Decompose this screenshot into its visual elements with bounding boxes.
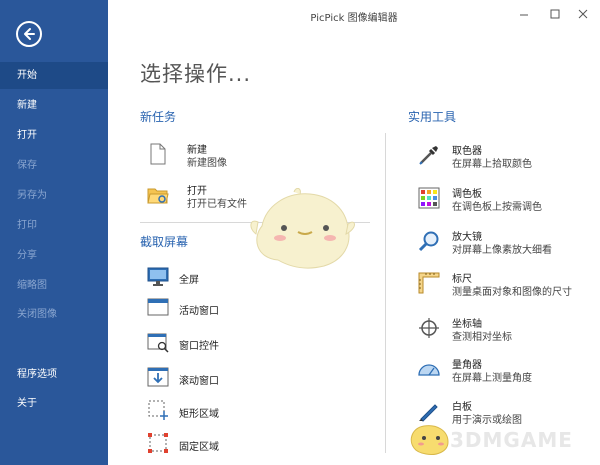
section-title-tools: 实用工具 [408,110,457,124]
maximize-icon [550,9,560,19]
capture-window-control-label: 窗口控件 [179,341,219,352]
capture-fullscreen-label: 全屏 [179,275,199,286]
crosshair-icon [419,318,439,338]
tool-color-picker[interactable]: 取色器 在屏幕上拾取颜色 [418,142,588,172]
tool-ruler-desc: 测量桌面对象和图像的尺寸 [452,287,572,298]
minimize-icon [520,14,528,16]
capture-scroll-window[interactable]: 滚动窗口 [147,364,347,394]
fixed-region-icon [148,433,168,453]
tool-color-picker-desc: 在屏幕上拾取颜色 [452,159,532,170]
tool-whiteboard-desc: 用于演示或绘图 [452,415,522,426]
sidebar-item-save[interactable]: 保存 [0,152,108,179]
open-folder-icon [147,188,169,204]
new-file-icon [150,143,166,165]
minimize-button[interactable] [517,7,531,21]
protractor-icon [418,364,440,376]
fullscreen-monitor-icon [147,267,169,286]
capture-active-window[interactable]: 活动窗口 [147,294,347,324]
tool-magnifier-desc: 对屏幕上像素放大细看 [452,245,552,256]
sidebar-item-about[interactable]: 关于 [0,390,108,417]
tool-protractor-desc: 在屏幕上测量角度 [452,373,532,384]
sidebar-item-close-image[interactable]: 关闭图像 [0,301,108,328]
capture-rect-region-label: 矩形区域 [179,409,219,420]
ruler-icon [418,272,440,294]
page-title: 选择操作... [140,62,252,86]
capture-active-window-label: 活动窗口 [179,306,219,317]
section-title-capture: 截取屏幕 [140,235,189,249]
column-divider [385,133,386,453]
back-button[interactable] [16,21,42,47]
window-control-icon [147,333,169,353]
sidebar-item-new[interactable]: 新建 [0,92,108,119]
new-task-new[interactable]: 新建 新建图像 [147,141,347,171]
close-button[interactable] [576,7,590,21]
capture-rect-region[interactable]: 矩形区域 [147,397,347,427]
mascot-small-icon [410,425,449,455]
sidebar-item-open[interactable]: 打开 [0,122,108,149]
capture-fixed-region[interactable]: 固定区域 [147,430,347,460]
sidebar-item-start[interactable]: 开始 [0,62,108,89]
capture-window-control[interactable]: 窗口控件 [147,329,347,359]
tool-palette[interactable]: 调色板 在调色板上按需调色 [418,185,588,215]
watermark-brand: 3DMGAME [450,428,573,452]
capture-fixed-region-label: 固定区域 [179,442,219,453]
magnifier-icon [418,231,439,252]
mascot-bird-icon [250,188,355,269]
tool-ruler[interactable]: 标尺 测量桌面对象和图像的尺寸 [418,270,588,300]
sidebar-item-options[interactable]: 程序选项 [0,361,108,388]
tool-protractor[interactable]: 量角器 在屏幕上测量角度 [418,356,588,386]
capture-scroll-window-label: 滚动窗口 [179,376,219,387]
new-task-new-desc: 新建图像 [187,158,227,169]
eyedropper-icon [419,146,438,165]
tool-crosshair[interactable]: 坐标轴 查测相对坐标 [418,315,588,345]
scroll-window-icon [147,367,169,387]
sidebar-item-print[interactable]: 打印 [0,212,108,239]
maximize-button[interactable] [548,7,562,21]
section-title-new-task: 新任务 [140,110,177,124]
close-icon [578,9,588,19]
sidebar-item-share[interactable]: 分享 [0,242,108,269]
palette-icon [418,187,440,209]
active-window-icon [147,298,169,316]
tool-palette-desc: 在调色板上按需调色 [452,202,542,213]
new-task-open-desc: 打开已有文件 [187,199,247,210]
sidebar: 开始 新建 打开 保存 另存为 打印 分享 缩略图 关闭图像 程序选项 关于 [0,0,108,465]
rect-region-icon [148,400,168,420]
sidebar-item-save-as[interactable]: 另存为 [0,182,108,209]
tool-crosshair-desc: 查测相对坐标 [452,332,512,343]
back-arrow-icon [24,28,35,40]
tool-magnifier[interactable]: 放大镜 对屏幕上像素放大细看 [418,228,588,258]
sidebar-item-thumbnail[interactable]: 缩略图 [0,272,108,299]
